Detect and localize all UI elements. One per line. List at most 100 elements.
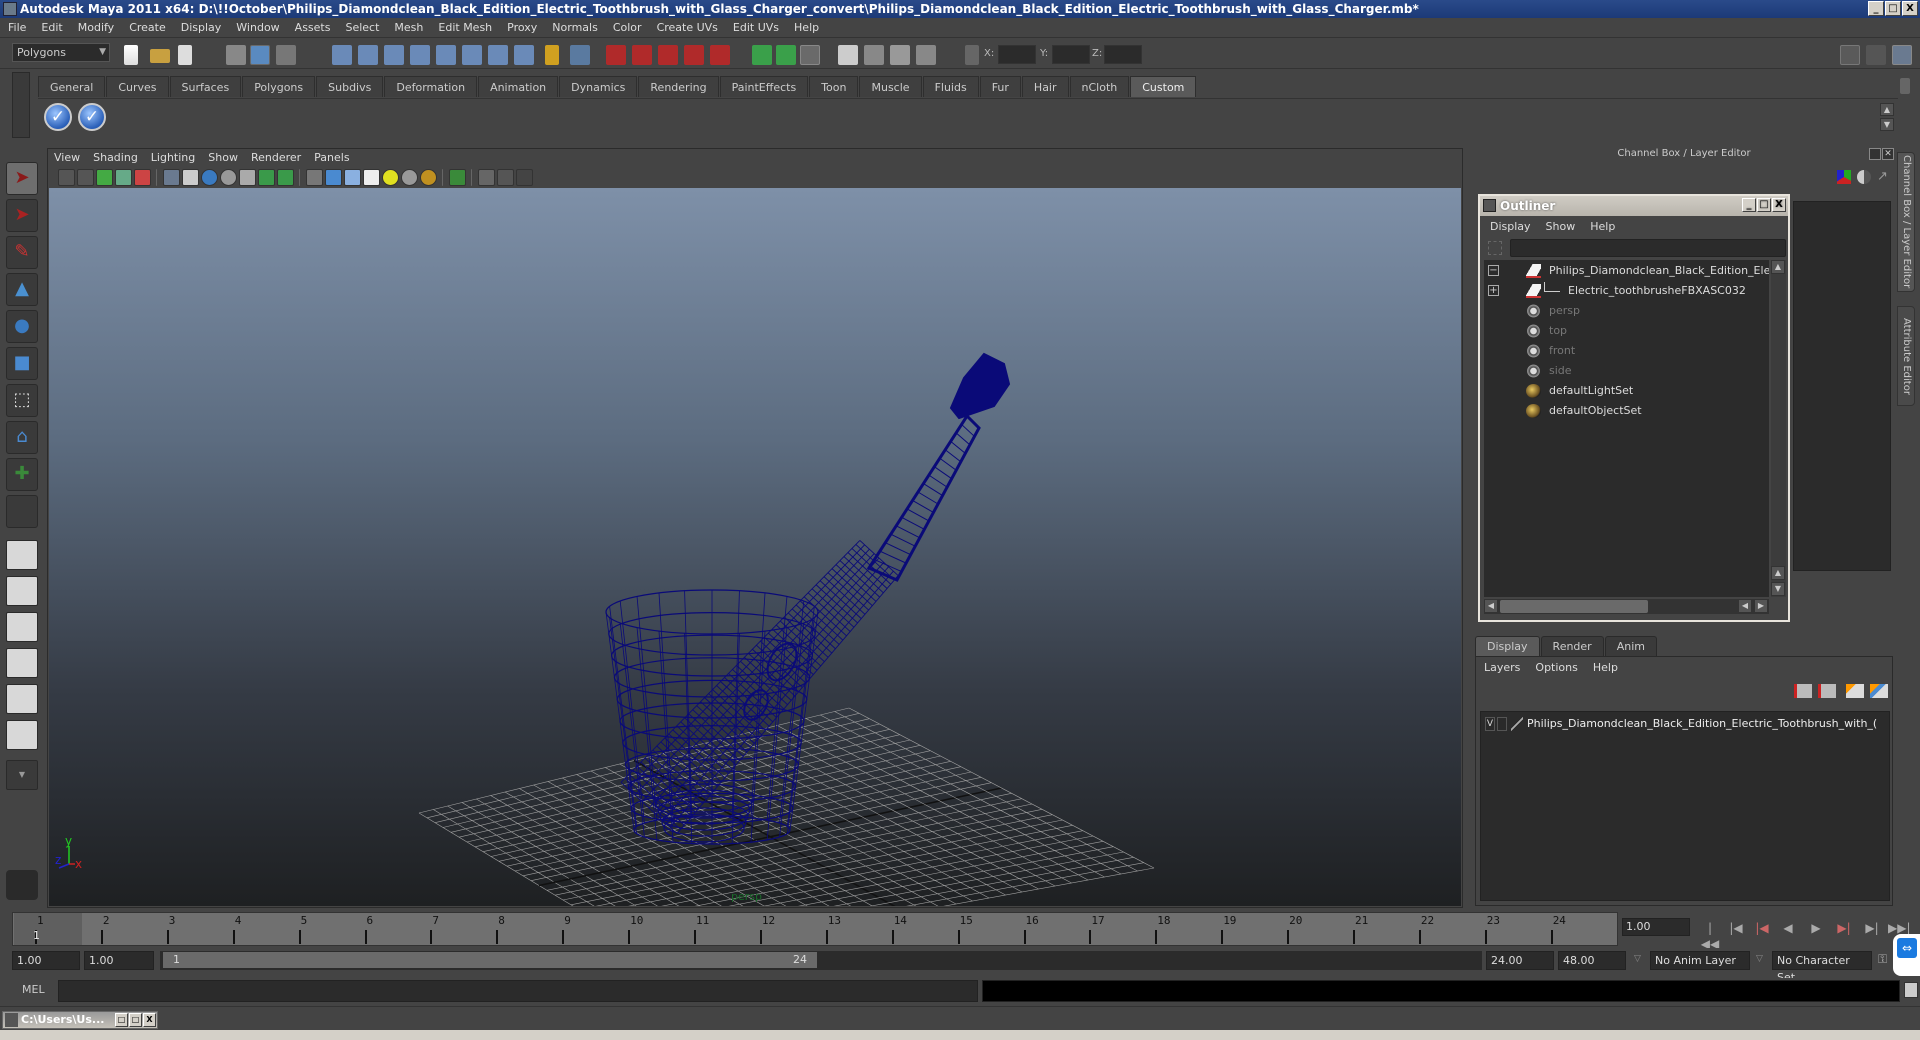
layer-name[interactable]: Philips_Diamondclean_Black_Edition_Elect… [1527, 715, 1877, 733]
select-misc-icon[interactable] [514, 45, 534, 65]
select-by-object-icon[interactable] [250, 45, 270, 65]
image-plane-icon[interactable] [115, 168, 132, 186]
outliner-horizontal-scrollbar[interactable]: ◀ ◀ ▶ [1484, 599, 1769, 614]
select-curves-icon[interactable] [384, 45, 404, 65]
play-backward-button[interactable]: ◀ [1778, 920, 1798, 936]
shelf-tab-surfaces[interactable]: Surfaces [169, 76, 242, 97]
field-chart-icon[interactable] [239, 168, 256, 186]
menu-mesh[interactable]: Mesh [394, 21, 423, 34]
select-rendering-icon[interactable] [488, 45, 508, 65]
shelf-tab-deformation[interactable]: Deformation [384, 76, 478, 97]
shelf-scroll-down-button[interactable]: ▼ [1880, 118, 1894, 131]
wireframe-on-shaded-icon[interactable] [344, 168, 361, 186]
outliner-maximize-button[interactable]: □ [1757, 198, 1771, 212]
smooth-shade-icon[interactable] [325, 168, 342, 186]
restore-button[interactable]: □ [115, 1013, 128, 1027]
rotate-tool-icon[interactable]: ● [6, 310, 38, 343]
open-scene-icon[interactable] [150, 49, 170, 63]
new-scene-icon[interactable] [124, 45, 138, 65]
construction-history-icon[interactable] [800, 45, 820, 65]
filter-selection-icon[interactable] [1488, 241, 1502, 255]
character-set-dropdown[interactable]: No Character Set [1772, 951, 1872, 984]
viewport-menu-show[interactable]: Show [208, 150, 238, 166]
persp-graph-layout-icon[interactable] [6, 648, 38, 678]
step-forward-key-button[interactable]: ▶| [1834, 920, 1854, 936]
menu-select[interactable]: Select [345, 21, 379, 34]
viewport-menu-shading[interactable]: Shading [93, 150, 138, 166]
shelf-tab-hair[interactable]: Hair [1021, 76, 1069, 97]
select-surfaces-icon[interactable] [410, 45, 430, 65]
menu-edit-mesh[interactable]: Edit Mesh [438, 21, 492, 34]
viewport-menu-view[interactable]: View [54, 150, 80, 166]
select-joints-icon[interactable] [358, 45, 378, 65]
menu-edit-uvs[interactable]: Edit UVs [733, 21, 779, 34]
viewport-menu-renderer[interactable]: Renderer [251, 150, 301, 166]
shelf-tab-ncloth[interactable]: nCloth [1069, 76, 1130, 97]
scroll-up-button[interactable]: ▲ [1771, 260, 1785, 274]
maximize-button[interactable]: □ [1885, 1, 1901, 16]
shelf-tab-custom[interactable]: Custom [1130, 76, 1197, 97]
soft-modification-tool-icon[interactable]: ⌂ [6, 421, 38, 454]
outliner-menu-show[interactable]: Show [1546, 218, 1576, 236]
step-forward-frame-button[interactable]: ▶| [1862, 920, 1882, 936]
toothbrush-wireframe-model[interactable] [605, 352, 1011, 845]
shadows-icon[interactable] [401, 168, 418, 186]
checkmark-shelf-icon[interactable]: ✓ [44, 103, 72, 131]
paint-select-tool-icon[interactable]: ✎ [6, 236, 38, 269]
show-hide-channel-box-icon[interactable] [1892, 45, 1912, 65]
view-tools-icon[interactable] [134, 168, 151, 186]
snap-point-icon[interactable] [658, 45, 678, 65]
shelf-tab-rendering[interactable]: Rendering [638, 76, 719, 97]
close-button[interactable]: X [1902, 1, 1918, 16]
output-history-icon[interactable] [776, 45, 796, 65]
layer-tab-display[interactable]: Display [1475, 636, 1540, 656]
outliner-item[interactable]: top [1484, 322, 1769, 340]
select-by-component-icon[interactable] [276, 45, 296, 65]
close-button[interactable]: X [143, 1013, 156, 1027]
layout-more-dropdown[interactable]: ▼ [6, 760, 38, 790]
script-editor-icon[interactable] [1904, 982, 1918, 998]
textured-icon[interactable] [363, 168, 380, 186]
outliner-minimize-button[interactable]: _ [1742, 198, 1756, 212]
input-history-icon[interactable] [752, 45, 772, 65]
shelf-tab-fluids[interactable]: Fluids [922, 76, 979, 97]
layer-tab-anim[interactable]: Anim [1604, 636, 1657, 656]
isolate-select-icon[interactable] [449, 168, 466, 186]
render-view-icon[interactable] [838, 45, 858, 65]
mel-input[interactable] [58, 980, 978, 1002]
anim-layer-dropdown[interactable]: No Anim Layer [1650, 951, 1750, 970]
checkmark-shelf-icon[interactable]: ✓ [78, 103, 106, 131]
xray-icon[interactable] [478, 168, 495, 186]
universal-manipulator-icon[interactable]: ⬚ [6, 384, 38, 417]
select-tool-icon[interactable]: ➤ [6, 162, 38, 195]
outliner-item[interactable]: + Electric_toothbrusheFBXASC032 [1484, 282, 1769, 300]
outliner-menu-display[interactable]: Display [1490, 218, 1531, 236]
menu-create-uvs[interactable]: Create UVs [657, 21, 718, 34]
hypershade-persp-layout-icon[interactable] [6, 684, 38, 714]
float-panel-button[interactable] [1869, 148, 1881, 160]
snap-grid-icon[interactable] [606, 45, 626, 65]
outliner-vertical-scrollbar[interactable]: ▲ ▲ ▼ [1771, 260, 1786, 597]
shelf-scroll-up-button[interactable]: ▲ [1880, 103, 1894, 116]
expand-icon[interactable]: + [1488, 285, 1499, 296]
menu-window[interactable]: Window [236, 21, 279, 34]
outliner-item[interactable]: defaultLightSet [1484, 382, 1769, 400]
move-layer-up-icon[interactable] [1794, 684, 1812, 698]
chevron-down-icon[interactable]: ▽ [1634, 954, 1641, 964]
layer-menu-options[interactable]: Options [1535, 660, 1577, 676]
resolution-gate-icon[interactable] [201, 168, 218, 186]
select-dynamics-icon[interactable] [462, 45, 482, 65]
shelf-tab-animation[interactable]: Animation [478, 76, 559, 97]
last-tool-used-icon[interactable] [6, 495, 38, 528]
use-all-lights-icon[interactable] [382, 168, 399, 186]
trash-icon[interactable] [1900, 78, 1910, 94]
shelf-tab-general[interactable]: General [38, 76, 106, 97]
x-field[interactable] [998, 45, 1036, 64]
playback-start-field[interactable]: 1.00 [84, 951, 154, 970]
scale-tool-icon[interactable]: ■ [6, 347, 38, 380]
select-handles-icon[interactable] [332, 45, 352, 65]
speed-icon[interactable] [1857, 170, 1871, 184]
create-layer-from-selected-icon[interactable] [1870, 684, 1888, 698]
time-slider[interactable]: 1 2 3 4 5 6 7 8 9 10 11 12 13 14 15 16 17 18 19 20 21 22 23 24 … [12, 912, 1618, 946]
range-slider-thumb[interactable]: 1 24 [163, 952, 817, 968]
